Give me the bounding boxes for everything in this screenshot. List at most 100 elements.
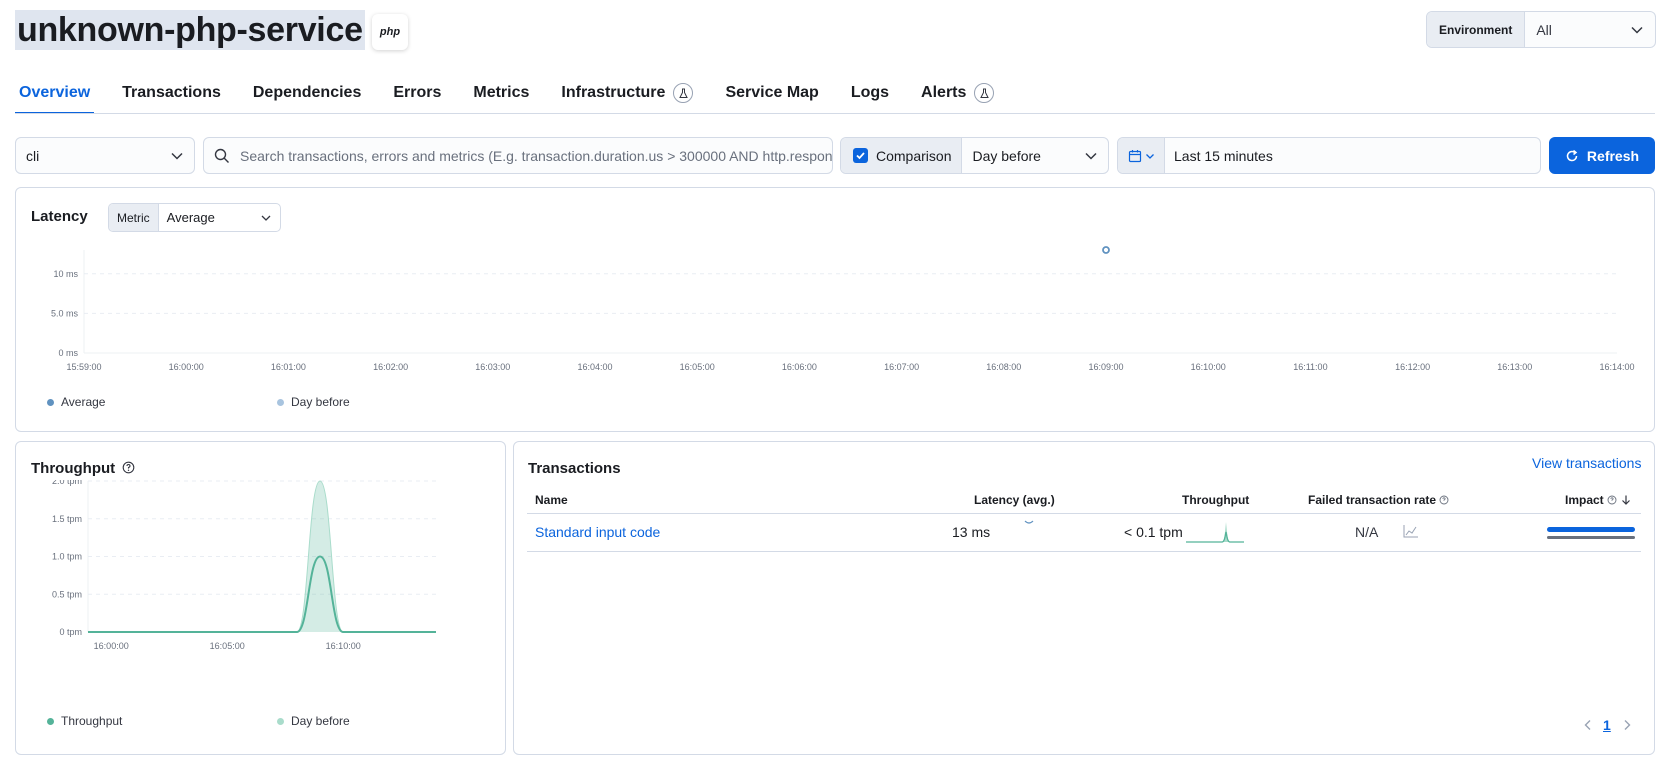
- tab-logs[interactable]: Logs: [847, 80, 893, 114]
- chevron-down-icon: [171, 152, 183, 160]
- chevron-down-icon: [1145, 153, 1154, 159]
- environment-selector[interactable]: Environment All: [1426, 11, 1656, 48]
- php-agent-icon: php: [372, 14, 408, 50]
- tabs-divider: [15, 113, 1655, 114]
- tab-label: Logs: [850, 84, 890, 101]
- comparison-control[interactable]: Comparison Day before: [840, 137, 1109, 174]
- throughput-value: < 0.1 tpm: [1124, 524, 1183, 540]
- x-tick-label: 16:03:00: [475, 362, 510, 372]
- comparison-toggle[interactable]: Comparison: [841, 138, 963, 173]
- impact-bar-track: [1547, 536, 1635, 539]
- date-picker[interactable]: Last 15 minutes: [1117, 137, 1541, 174]
- tab-service-map[interactable]: Service Map: [721, 80, 822, 114]
- y-tick-label: 0 tpm: [59, 627, 82, 637]
- pagination-page-1[interactable]: 1: [1603, 717, 1611, 733]
- legend-item-day-before[interactable]: Day before: [277, 395, 350, 409]
- refresh-icon: [1566, 149, 1578, 161]
- transaction-type-select[interactable]: cli: [15, 137, 195, 174]
- sort-descending-icon[interactable]: [1620, 494, 1632, 506]
- column-header-failed-rate[interactable]: Failed transaction rate: [1308, 493, 1449, 507]
- chevron-right-icon[interactable]: [1622, 719, 1632, 731]
- series-line-throughput: [87, 555, 436, 633]
- tab-label: Alerts: [921, 84, 967, 101]
- x-tick-label: 16:05:00: [680, 362, 715, 372]
- tab-dependencies[interactable]: Dependencies: [249, 80, 365, 114]
- question-icon: [1439, 495, 1449, 505]
- legend-item-average[interactable]: Average: [47, 395, 105, 409]
- x-tick-label: 16:00:00: [94, 641, 129, 651]
- y-tick-label: 0 ms: [58, 348, 78, 358]
- column-header-latency[interactable]: Latency (avg.): [974, 493, 1055, 507]
- throughput-sparkline: [1186, 522, 1244, 543]
- service-tabs: Overview Transactions Dependencies Error…: [15, 80, 1022, 114]
- calendar-icon: [1128, 149, 1141, 162]
- column-header-name[interactable]: Name: [535, 493, 568, 507]
- tab-label: Service Map: [725, 84, 819, 101]
- data-point: [1102, 246, 1110, 254]
- visualize-icon: [1403, 525, 1418, 538]
- comparison-label: Comparison: [876, 147, 952, 164]
- x-tick-label: 16:11:00: [1293, 362, 1327, 372]
- x-tick-label: 16:00:00: [169, 362, 204, 372]
- quick-select-button[interactable]: [1118, 138, 1165, 173]
- comparison-select[interactable]: Day before: [962, 148, 1108, 164]
- environment-value: All: [1536, 21, 1552, 38]
- throughput-chart: 0 tpm 0.5 tpm 1.0 tpm 1.5 tpm 2.0 tpm 16:00:0…: [52, 480, 436, 651]
- x-tick-label: 16:02:00: [373, 362, 408, 372]
- transactions-title: Transactions: [528, 460, 621, 477]
- view-transactions-link[interactable]: View transactions: [1532, 455, 1641, 471]
- throughput-title: Throughput: [31, 460, 116, 477]
- legend-item-throughput[interactable]: Throughput: [47, 714, 122, 728]
- latency-metric-select[interactable]: Metric Average: [108, 203, 281, 232]
- tab-alerts[interactable]: Alerts: [917, 80, 998, 114]
- series-area-day-before: [88, 481, 436, 632]
- tab-infrastructure[interactable]: Infrastructure: [557, 80, 697, 114]
- table-row: Standard input code 13 ms < 0.1 tpm N/A: [527, 514, 1641, 551]
- legend-dot: [47, 717, 54, 725]
- y-tick-label: 2.0 tpm: [52, 480, 82, 486]
- y-tick-label: 1.0 tpm: [52, 552, 82, 562]
- tab-transactions[interactable]: Transactions: [118, 80, 225, 114]
- checkbox-checked-icon[interactable]: [853, 148, 868, 163]
- legend-item-day-before[interactable]: Day before: [277, 714, 350, 728]
- latency-value: 13 ms: [952, 524, 991, 540]
- beaker-icon: [673, 83, 694, 103]
- x-tick-label: 16:10:00: [326, 641, 361, 651]
- tab-overview[interactable]: Overview: [15, 80, 95, 114]
- x-tick-label: 16:06:00: [782, 362, 817, 372]
- chevron-down-icon: [1085, 152, 1097, 160]
- search-icon: [214, 148, 229, 163]
- page-title: unknown-php-service: [15, 10, 365, 50]
- y-tick-label: 1.5 tpm: [52, 514, 82, 524]
- tab-label: Overview: [19, 84, 91, 101]
- search-input[interactable]: Search transactions, errors and metrics …: [203, 137, 833, 174]
- column-header-throughput[interactable]: Throughput: [1182, 493, 1249, 507]
- legend-dot: [47, 398, 54, 406]
- metric-label: Metric: [109, 204, 159, 231]
- transaction-name-link[interactable]: Standard input code: [535, 524, 660, 540]
- tab-metrics[interactable]: Metrics: [469, 80, 533, 114]
- beaker-icon: [974, 83, 995, 103]
- time-range-value[interactable]: Last 15 minutes: [1165, 148, 1282, 164]
- x-tick-label: 16:07:00: [884, 362, 919, 372]
- column-header-impact[interactable]: Impact: [1565, 493, 1632, 507]
- column-header-label: Impact: [1565, 493, 1604, 507]
- metric-value: Average: [166, 210, 215, 225]
- comparison-value: Day before: [972, 147, 1041, 164]
- chevron-down-icon: [261, 215, 271, 221]
- tab-label: Errors: [393, 84, 442, 101]
- refresh-label: Refresh: [1586, 147, 1640, 164]
- question-icon[interactable]: [122, 461, 135, 474]
- x-tick-label: 16:13:00: [1497, 362, 1532, 372]
- transactions-panel: [513, 441, 1655, 755]
- tab-errors[interactable]: Errors: [389, 80, 445, 114]
- chevron-left-icon[interactable]: [1583, 719, 1593, 731]
- table-row-divider: [527, 551, 1641, 552]
- x-tick-label: 16:04:00: [577, 362, 612, 372]
- refresh-button[interactable]: Refresh: [1549, 137, 1655, 174]
- x-tick-label: 16:01:00: [271, 362, 306, 372]
- legend-dot: [277, 717, 284, 725]
- x-tick-label: 16:05:00: [210, 641, 245, 651]
- legend-label: Average: [61, 395, 106, 409]
- x-tick-label: 16:09:00: [1088, 362, 1123, 372]
